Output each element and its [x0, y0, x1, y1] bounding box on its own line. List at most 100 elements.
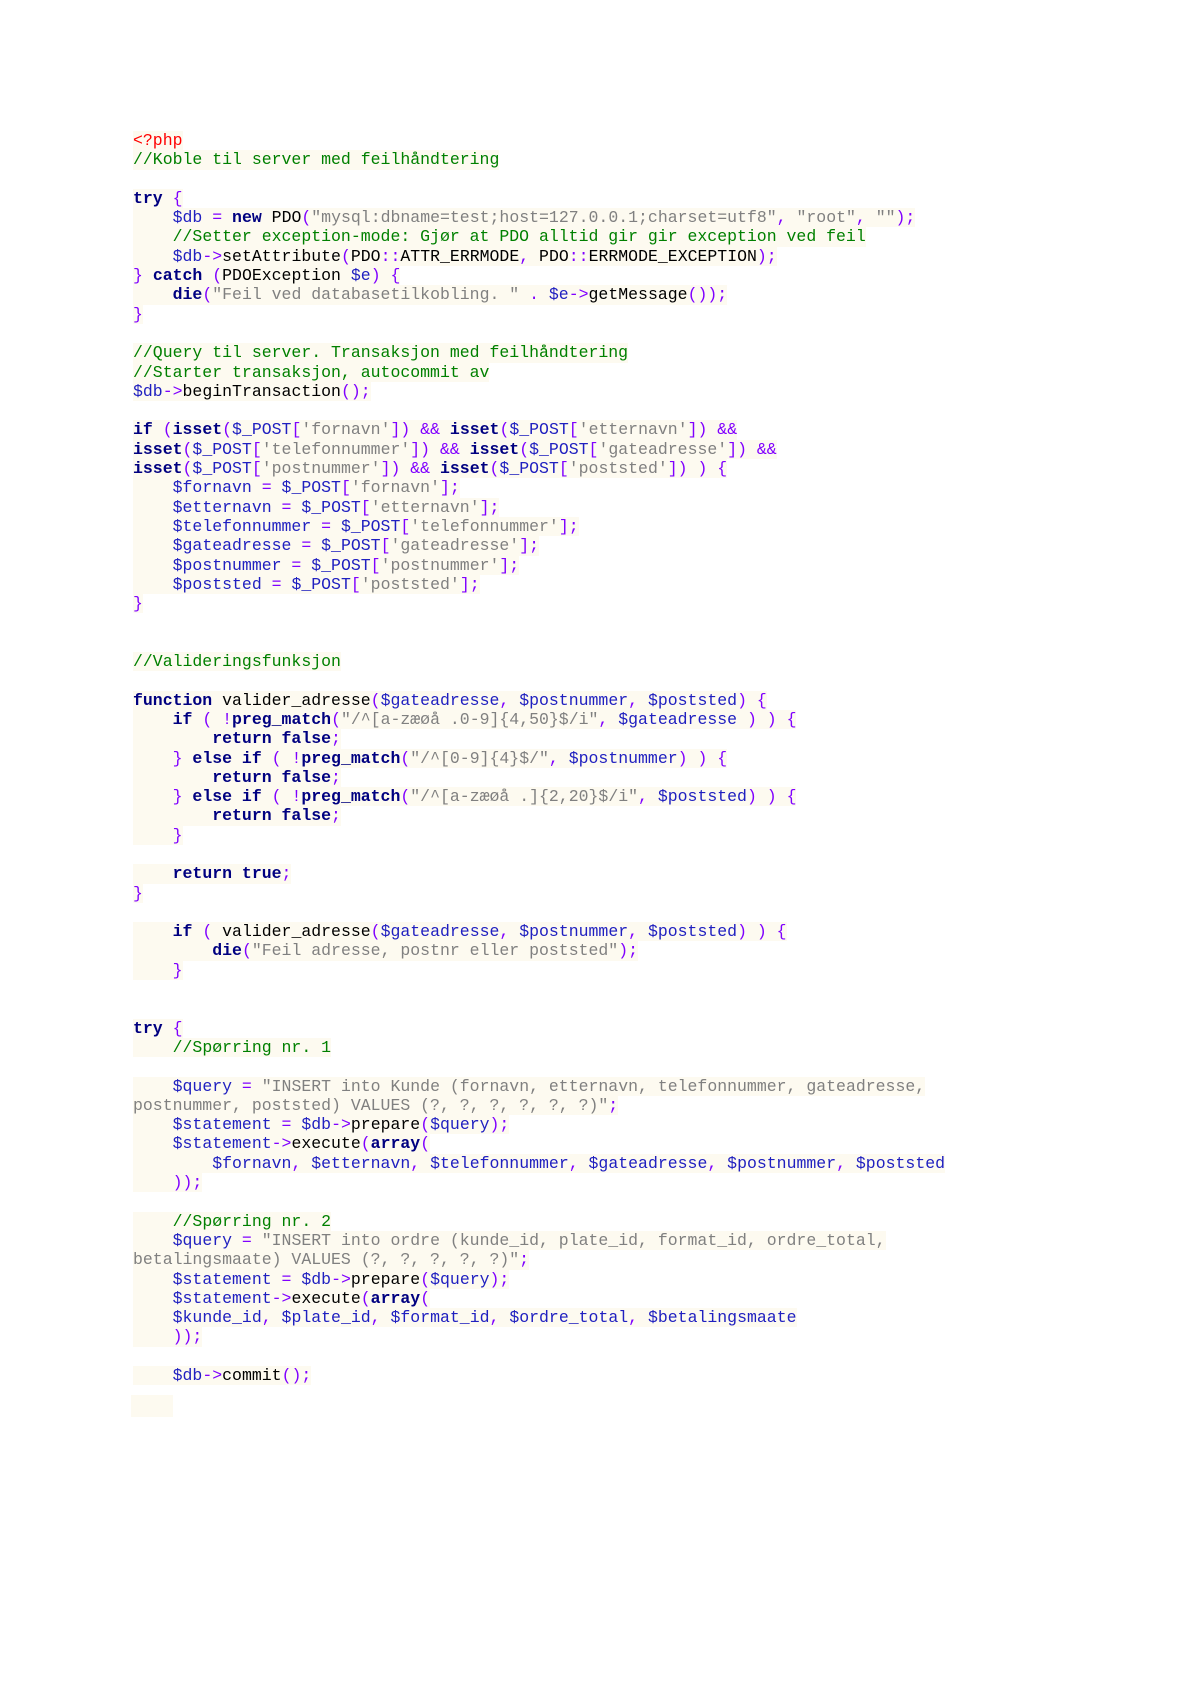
- code-operator: .: [519, 285, 549, 305]
- code-keyword: if: [133, 420, 153, 440]
- code-operator: ];: [499, 555, 520, 575]
- code-line: //Spørring nr. 1: [133, 1037, 945, 1058]
- code-operator: ,: [291, 1153, 312, 1173]
- code-operator: ,: [568, 1153, 589, 1173]
- code-comment: //Spørring nr. 1: [172, 1037, 332, 1057]
- code-operator: ,: [519, 246, 540, 266]
- code-line-content: } else if ( !preg_match("/^[0-9]{4}$/", …: [133, 748, 728, 768]
- code-operator: }: [133, 304, 143, 324]
- code-line: } else if ( !preg_match("/^[a-zæøå .]{2,…: [133, 787, 945, 807]
- code-text: ATTR_ERRMODE: [400, 246, 520, 266]
- code-operator: ,: [638, 787, 658, 807]
- code-operator: ));: [172, 1173, 203, 1193]
- code-operator: ];: [459, 574, 480, 594]
- code-line: $kunde_id, $plate_id, $format_id, $ordre…: [133, 1308, 945, 1328]
- code-operator: ]) &&: [410, 439, 470, 459]
- code-line-content: $telefonnummer = $_POST['telefonnummer']…: [133, 516, 579, 537]
- code-operator: (: [400, 787, 411, 807]
- code-operator: ) ) {: [737, 709, 797, 729]
- code-variable: $query: [172, 1076, 233, 1096]
- code-line: $postnummer = $_POST['postnummer'];: [133, 555, 945, 575]
- code-variable: $_POST: [529, 439, 589, 459]
- code-keyword: return true: [172, 864, 282, 884]
- code-line-content: //Setter exception-mode: Gjør at PDO all…: [133, 227, 866, 247]
- code-operator: ,: [261, 1308, 282, 1328]
- code-line: $statement->execute(array(: [133, 1288, 945, 1309]
- code-variable: $_POST: [321, 536, 381, 556]
- php-open-tag: <?php: [133, 131, 183, 150]
- code-text: setAttribute: [222, 246, 341, 266]
- code-operator: (: [182, 459, 193, 479]
- code-variable: $etternavn: [311, 1153, 411, 1173]
- code-line-content: return true;: [133, 864, 292, 884]
- code-variable: $_POST: [301, 497, 361, 517]
- code-variable: $_POST: [291, 574, 351, 594]
- code-operator: ();: [340, 381, 371, 401]
- code-line: ));: [133, 1173, 945, 1193]
- code-comment: //Valideringsfunksjon: [133, 652, 341, 672]
- code-line: postnummer, poststed) VALUES (?, ?, ?, ?…: [133, 1095, 945, 1116]
- code-operator: }: [172, 748, 193, 768]
- code-operator: =: [232, 1230, 262, 1250]
- code-string: 'fornavn': [350, 478, 440, 498]
- code-operator: =: [281, 555, 312, 575]
- code-string: "/^[a-zæøå .]{2,20}$/i": [410, 787, 639, 807]
- code-line-content: ));: [133, 1173, 203, 1193]
- code-variable: $fornavn: [212, 1153, 292, 1173]
- code-line-content: <?php: [133, 131, 183, 151]
- code-variable: $db: [133, 381, 163, 401]
- code-line: $db->beginTransaction();: [133, 381, 945, 402]
- code-line-content: $query = "INSERT into ordre (kunde_id, p…: [133, 1230, 886, 1251]
- code-line: //Spørring nr. 2: [133, 1211, 945, 1231]
- code-line-content: $db->commit();: [133, 1366, 312, 1386]
- code-operator: ,: [499, 922, 520, 942]
- code-line-content: //Valideringsfunksjon: [133, 652, 341, 672]
- code-variable: $gateadresse: [618, 709, 738, 729]
- code-operator: (: [519, 439, 530, 459]
- code-operator: ());: [687, 285, 728, 305]
- code-comment: //Koble til server med feilhåndtering: [133, 150, 500, 170]
- code-operator: (: [370, 690, 381, 710]
- code-keyword: try: [133, 1018, 163, 1038]
- code-text: PDOException: [222, 266, 351, 286]
- code-line-content: betalingsmaate) VALUES (?, ?, ?, ?, ?)";: [133, 1250, 530, 1270]
- code-operator: ;: [331, 767, 341, 787]
- code-line: betalingsmaate) VALUES (?, ?, ?, ?, ?)";: [133, 1250, 945, 1270]
- code-variable: $statement: [172, 1134, 272, 1154]
- code-operator: ,: [836, 1153, 856, 1173]
- code-string: 'etternavn': [370, 497, 480, 517]
- code-operator: (: [400, 748, 411, 768]
- code-operator: (: [331, 709, 341, 729]
- code-line-content: }: [133, 304, 143, 324]
- code-operator: ->: [162, 381, 183, 401]
- code-operator: [: [370, 555, 381, 575]
- code-operator: [: [380, 536, 391, 556]
- code-line-content: //Starter transaksjon, autocommit av: [133, 362, 490, 382]
- code-operator: ]) &&: [390, 420, 450, 440]
- code-operator: ,: [410, 1153, 431, 1173]
- code-operator: ( !: [261, 748, 302, 768]
- code-operator: );: [756, 246, 777, 266]
- code-line: //Query til server. Transaksjon med feil…: [133, 343, 945, 363]
- code-variable: $_POST: [192, 439, 252, 459]
- code-text: PDO: [539, 246, 569, 266]
- code-line-content: try {: [133, 188, 183, 209]
- code-line: $db = new PDO("mysql:dbname=test;host=12…: [133, 208, 945, 228]
- code-line-content: $fornavn, $etternavn, $telefonnummer, $g…: [133, 1153, 946, 1174]
- code-string: 'telefonnummer': [410, 516, 559, 536]
- code-variable: $statement: [172, 1115, 272, 1135]
- code-string: 'gateadresse': [598, 439, 728, 459]
- code-string: 'poststed': [360, 574, 460, 594]
- code-variable: $e: [350, 266, 371, 286]
- code-keyword: isset: [133, 439, 183, 459]
- code-line-content: postnummer, poststed) VALUES (?, ?, ?, ?…: [133, 1095, 619, 1116]
- code-line-content: $fornavn = $_POST['fornavn'];: [133, 478, 460, 498]
